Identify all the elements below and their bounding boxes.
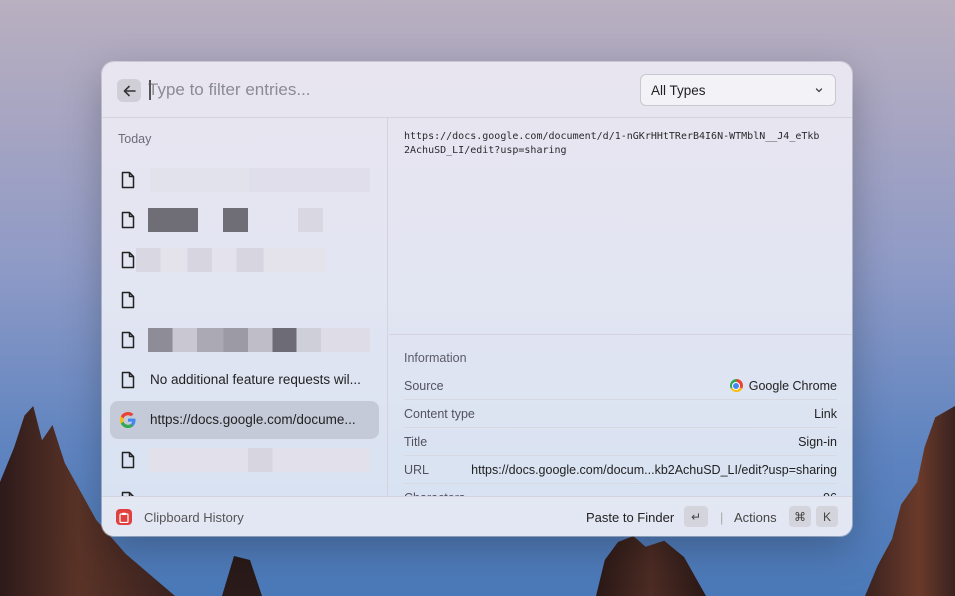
document-icon: [121, 291, 135, 309]
paste-to-finder-button[interactable]: Paste to Finder: [586, 510, 674, 525]
info-value: Sign-in: [798, 435, 837, 449]
redacted-text: [148, 448, 370, 472]
redacted-text: [298, 208, 323, 232]
info-key: Content type: [404, 407, 475, 421]
list-item-label: https://docs.google.com/docume...: [150, 412, 356, 427]
separator: |: [720, 510, 724, 525]
mountain-small: [222, 556, 262, 596]
action-bar: Clipboard History Paste to Finder ↵ | Ac…: [102, 496, 852, 536]
info-row-content-type: Content type Link: [404, 400, 837, 428]
search-bar: All Types: [102, 62, 852, 118]
chrome-icon: [729, 379, 743, 392]
list-item[interactable]: [110, 201, 379, 239]
k-key-hint: K: [816, 506, 838, 527]
arrow-left-icon: [123, 85, 136, 96]
info-value: https://docs.google.com/docum...kb2AchuS…: [471, 463, 837, 477]
list-item[interactable]: [110, 161, 379, 199]
mountain-right: [865, 406, 955, 596]
document-icon: [121, 331, 135, 349]
section-header-today: Today: [118, 132, 152, 146]
document-icon: [121, 171, 135, 189]
type-filter-dropdown[interactable]: All Types: [640, 74, 836, 106]
list-item[interactable]: [110, 481, 379, 496]
content-preview: https://docs.google.com/document/d/1-nGK…: [404, 131, 820, 156]
info-key: Source: [404, 379, 444, 393]
document-icon: [121, 211, 135, 229]
info-value: Google Chrome: [729, 379, 837, 393]
entries-list: Today No additional feature requests wil…: [102, 118, 388, 496]
detail-pane: https://docs.google.com/document/d/1-nGK…: [389, 118, 852, 496]
redacted-text: [150, 168, 370, 192]
search-input[interactable]: [148, 78, 608, 102]
info-value: Link: [814, 407, 837, 421]
info-key: URL: [404, 463, 430, 477]
clipboard-app-icon: [116, 509, 132, 525]
text-caret: [149, 80, 151, 100]
type-filter-value: All Types: [651, 82, 706, 98]
document-icon: [121, 451, 135, 469]
command-key-hint: ⌘: [789, 506, 811, 527]
list-item[interactable]: [110, 281, 379, 319]
enter-key-hint: ↵: [684, 506, 708, 527]
info-row-url: URL https://docs.google.com/docum...kb2A…: [404, 456, 837, 484]
info-row-title: Title Sign-in: [404, 428, 837, 456]
clipboard-icon: [119, 512, 129, 523]
list-item[interactable]: [110, 321, 379, 359]
app-name: Clipboard History: [144, 510, 244, 525]
chevron-down-icon: [815, 88, 823, 93]
clipboard-history-window: All Types Today: [102, 62, 852, 536]
info-key: Title: [404, 435, 428, 449]
redacted-text: [148, 208, 198, 232]
info-row-characters: Characters 96: [404, 484, 837, 496]
redacted-text: [223, 208, 248, 232]
redacted-text: [136, 248, 326, 272]
mountain-middle: [596, 536, 706, 596]
information-panel: Information Source Google Chrome Content…: [389, 334, 852, 496]
back-button[interactable]: [117, 79, 141, 102]
document-icon: [121, 371, 135, 389]
list-item-label: No additional feature requests wil...: [150, 372, 361, 387]
document-icon: [121, 251, 135, 269]
list-item[interactable]: [110, 441, 379, 479]
list-item[interactable]: No additional feature requests wil...: [110, 361, 379, 399]
list-item[interactable]: [110, 241, 379, 279]
redacted-text: [148, 328, 370, 352]
info-row-source: Source Google Chrome: [404, 372, 837, 400]
information-header: Information: [404, 351, 467, 365]
google-icon: [120, 412, 136, 428]
list-item-selected[interactable]: https://docs.google.com/docume...: [110, 401, 379, 439]
actions-button[interactable]: Actions: [734, 510, 777, 525]
